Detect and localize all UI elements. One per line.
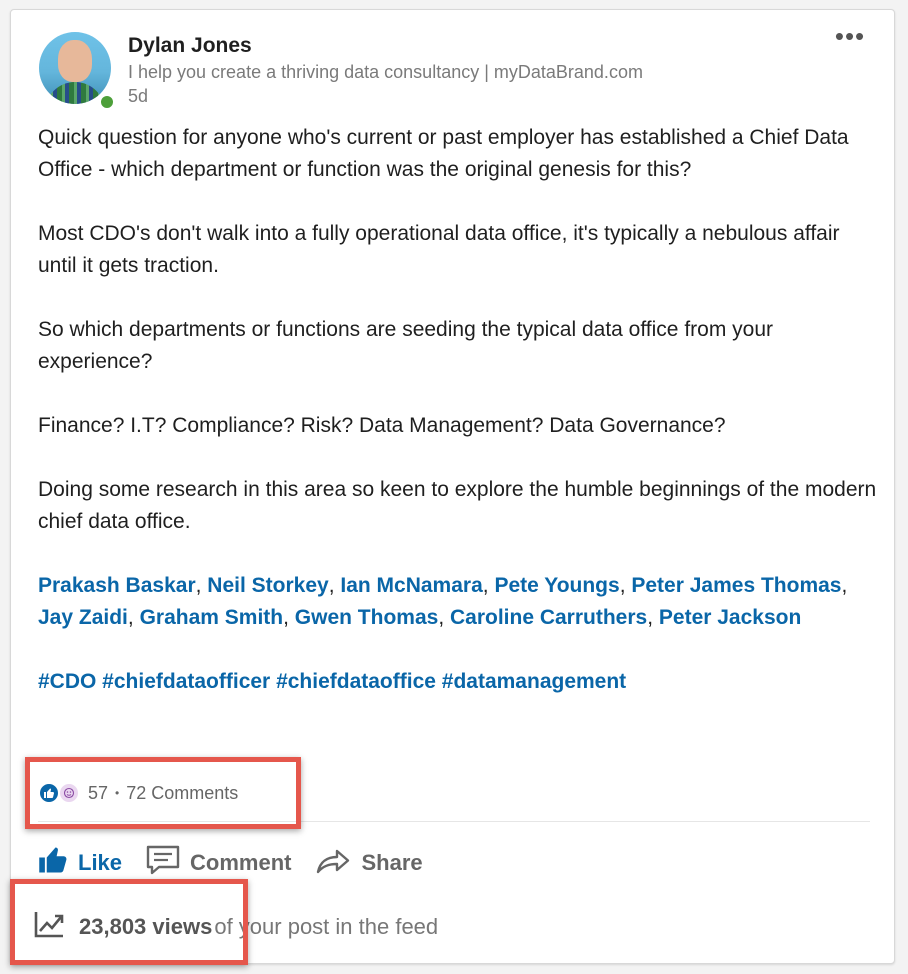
author-name[interactable]: Dylan Jones [128,34,252,58]
comments-count[interactable]: 72 Comments [126,783,238,804]
mention-separator: , [195,574,208,597]
mention-link[interactable]: Jay Zaidi [38,606,128,629]
divider [38,821,870,822]
analytics-chart-icon [33,909,65,945]
mentions-list: Prakash Baskar, Neil Storkey, Ian McNama… [38,570,878,634]
mention-separator: , [438,606,450,629]
post-age: 5d [128,86,149,106]
mention-link[interactable]: Neil Storkey [207,574,328,597]
mention-separator: , [647,606,659,629]
post-paragraph: Quick question for anyone who's current … [38,126,849,181]
like-button[interactable]: Like [38,845,122,881]
views-suffix: of your post in the feed [214,914,439,939]
mention-link[interactable]: Ian McNamara [340,574,482,597]
post-card: Dylan Jones I help you create a thriving… [10,9,895,964]
author-tagline: I help you create a thriving data consul… [128,62,643,82]
author-avatar[interactable] [39,32,116,111]
share-button[interactable]: Share [315,845,423,881]
like-reaction-icon [38,782,60,804]
mention-separator: , [482,574,495,597]
mention-link[interactable]: Peter James Thomas [631,574,841,597]
mention-link[interactable]: Caroline Carruthers [450,606,647,629]
mention-separator: , [283,606,295,629]
mention-separator: , [841,574,848,597]
separator-dot: • [115,786,120,800]
mention-link[interactable]: Prakash Baskar [38,574,196,597]
more-options-icon[interactable]: ••• [832,23,868,50]
post-paragraph: Most CDO's don't walk into a fully opera… [38,222,840,277]
like-label: Like [78,850,123,875]
mention-link[interactable]: Pete Youngs [494,574,619,597]
mention-separator: , [619,574,632,597]
post-views[interactable]: 23,803 views of your post in the feed [33,905,438,949]
mention-separator: , [328,574,341,597]
post-body: Quick question for anyone who's current … [38,122,878,730]
online-status-icon [98,93,116,111]
comment-icon [146,845,190,881]
comment-button[interactable]: Comment [146,845,291,881]
avatar-shirt [45,82,105,104]
post-actions: Like Comment Share [38,836,447,890]
avatar-head [58,40,92,82]
mention-link[interactable]: Graham Smith [140,606,284,629]
avatar-photo [39,32,111,104]
hashtags[interactable]: #CDO #chiefdataofficer #chiefdataoffice … [38,666,878,698]
celebrate-reaction-icon [58,782,80,804]
views-count: 23,803 views [79,914,213,939]
comment-label: Comment [190,850,292,875]
mention-link[interactable]: Gwen Thomas [295,606,439,629]
share-icon [315,845,361,881]
post-paragraph: Finance? I.T? Compliance? Risk? Data Man… [38,414,726,437]
mention-separator: , [127,606,140,629]
reaction-count[interactable]: 57 [88,783,108,804]
mention-link[interactable]: Peter Jackson [659,606,801,629]
share-label: Share [361,850,423,875]
post-paragraph: Doing some research in this area so keen… [38,478,877,533]
thumbs-up-icon [38,845,78,881]
social-counts: 57 • 72 Comments [38,778,238,808]
post-paragraph: So which departments or functions are se… [38,318,774,373]
